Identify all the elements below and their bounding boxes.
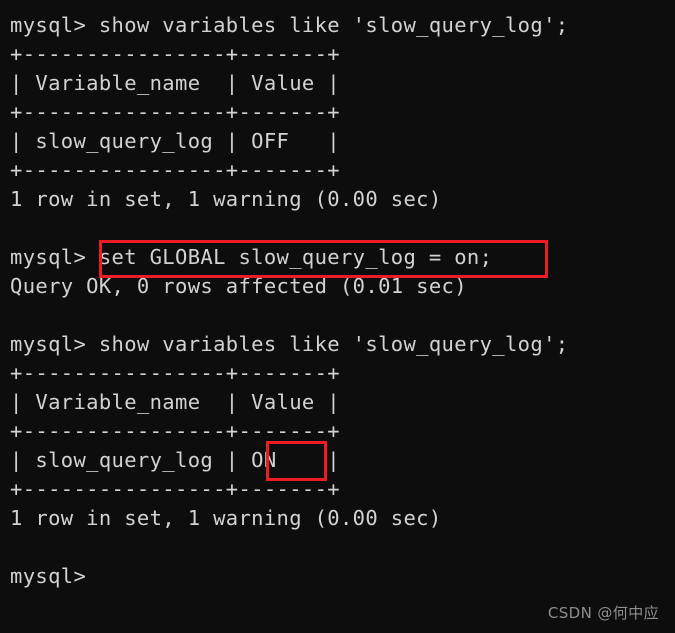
terminal-console-output[interactable]: mysql> show variables like 'slow_query_l… (10, 11, 568, 591)
terminal-window[interactable]: mysql> show variables like 'slow_query_l… (0, 0, 675, 633)
csdn-watermark: CSDN @何中应 (547, 604, 659, 622)
